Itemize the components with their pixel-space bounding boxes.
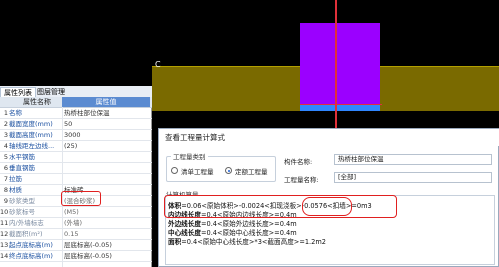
annotation-material-highlight xyxy=(61,191,101,206)
property-row[interactable]: 13 起点底标高(m) 层底标高(-0.05) xyxy=(0,240,152,251)
property-value[interactable]: (25) xyxy=(64,141,150,151)
property-table-header: 属性名称 属性值 xyxy=(0,97,152,108)
annotation-deduction-highlight xyxy=(302,197,352,216)
tab-layer-manager[interactable]: 图层管理 xyxy=(34,87,68,97)
insulation-column-shape[interactable] xyxy=(300,23,380,105)
selected-base-face[interactable] xyxy=(300,104,380,111)
calculation-key: 面积 xyxy=(168,238,182,246)
property-value[interactable]: 3000 xyxy=(64,130,150,140)
property-name: 内/外墙标志 xyxy=(9,219,44,227)
property-name: 材质 xyxy=(9,186,22,194)
radio-list-quantity[interactable] xyxy=(171,167,178,174)
property-name: 砂浆标号 xyxy=(9,208,35,216)
property-row[interactable]: 7 拉筋 xyxy=(0,174,152,185)
row-number: 10 xyxy=(0,208,9,216)
column-header-name: 属性名称 xyxy=(23,98,51,106)
property-name: 截面积(m²) xyxy=(9,230,43,238)
property-value[interactable]: (外墙) xyxy=(64,218,150,228)
property-name: 起点底标高(m) xyxy=(9,241,53,249)
row-number: 1 xyxy=(3,109,8,117)
quantity-name-label: 工程量名称: xyxy=(284,176,319,184)
property-name: 垂直钢筋 xyxy=(9,164,35,172)
axis-line-vertical xyxy=(335,0,337,130)
property-name: 砂浆类型 xyxy=(9,197,35,205)
property-value[interactable]: 50 xyxy=(64,119,150,129)
quantity-type-group-label: 工程量类别 xyxy=(171,151,208,161)
row-number: 2 xyxy=(3,120,8,128)
property-row[interactable]: 10 砂浆标号 (M5) xyxy=(0,207,152,218)
property-name: 截面宽度(mm) xyxy=(9,120,53,128)
annotation-volume-highlight xyxy=(164,195,397,218)
row-number: 7 xyxy=(3,175,8,183)
axis-label: C xyxy=(155,60,161,69)
property-value[interactable]: 层底标高(-0.05) xyxy=(64,251,150,261)
property-name: 名称 xyxy=(9,109,22,117)
component-name-field[interactable]: 热桥柱部位保温 xyxy=(334,154,492,165)
property-name: 水平钢筋 xyxy=(9,153,35,161)
property-row[interactable]: 14 终点底标高(m) 层底标高(-0.05) xyxy=(0,251,152,262)
row-number: 13 xyxy=(0,241,9,249)
property-row[interactable]: 4 轴线距左边线... (25) xyxy=(0,141,152,152)
property-name: 截面高度(mm) xyxy=(9,131,53,139)
property-row[interactable]: 3 截面高度(mm) 3000 xyxy=(0,130,152,141)
dialog-title: 查看工程量计算式 xyxy=(159,129,499,146)
axis-line-horizontal xyxy=(300,104,382,105)
radio-quota-quantity-label[interactable]: 定额工程量 xyxy=(235,166,268,176)
row-number: 9 xyxy=(3,197,8,205)
row-number: 8 xyxy=(3,186,8,194)
left-viewport-strip xyxy=(0,0,152,86)
row-number: 14 xyxy=(0,252,9,260)
row-number: 11 xyxy=(0,219,9,227)
calculation-line: 面积=0.4<原始中心线长度>*3<截面高度>=1.2m2 xyxy=(168,236,326,246)
property-value[interactable]: 热桥柱部位保温 xyxy=(64,108,150,118)
calculation-expression: =0.4<原始中心线长度>*3<截面高度>=1.2m2 xyxy=(181,238,326,246)
property-name: 终点底标高(m) xyxy=(9,252,53,260)
component-name-label: 构件名称: xyxy=(284,158,313,166)
property-row[interactable]: 2 截面宽度(mm) 50 xyxy=(0,119,152,130)
radio-quota-quantity[interactable] xyxy=(225,167,232,174)
property-value[interactable]: 层底标高(-0.05) xyxy=(64,240,150,250)
radio-list-quantity-label[interactable]: 清单工程量 xyxy=(181,166,214,176)
property-row[interactable]: 6 垂直钢筋 xyxy=(0,163,152,174)
property-row[interactable]: 1 名称 热桥柱部位保温 xyxy=(0,108,152,119)
property-name: 轴线距左边线... xyxy=(9,142,55,150)
row-number: 6 xyxy=(3,164,8,172)
property-row[interactable]: 11 内/外墙标志 (外墙) xyxy=(0,218,152,229)
row-number: 5 xyxy=(3,153,8,161)
row-number: 4 xyxy=(3,142,8,150)
property-value[interactable]: 0.15 xyxy=(64,229,150,239)
property-row[interactable]: 12 截面积(m²) 0.15 xyxy=(0,229,152,240)
property-row[interactable]: 5 水平钢筋 xyxy=(0,152,152,163)
property-value[interactable]: (M5) xyxy=(64,207,150,217)
quantity-name-field[interactable]: [全部] xyxy=(334,172,492,183)
row-number: 3 xyxy=(3,131,8,139)
row-number: 12 xyxy=(0,230,9,238)
column-header-value: 属性值 xyxy=(62,97,150,107)
property-name: 拉筋 xyxy=(9,175,22,183)
property-panel: 属性列表 图层管理 属性名称 属性值 1 名称 热桥柱部位保温 2 截面宽度(mm) 50… xyxy=(0,86,152,267)
